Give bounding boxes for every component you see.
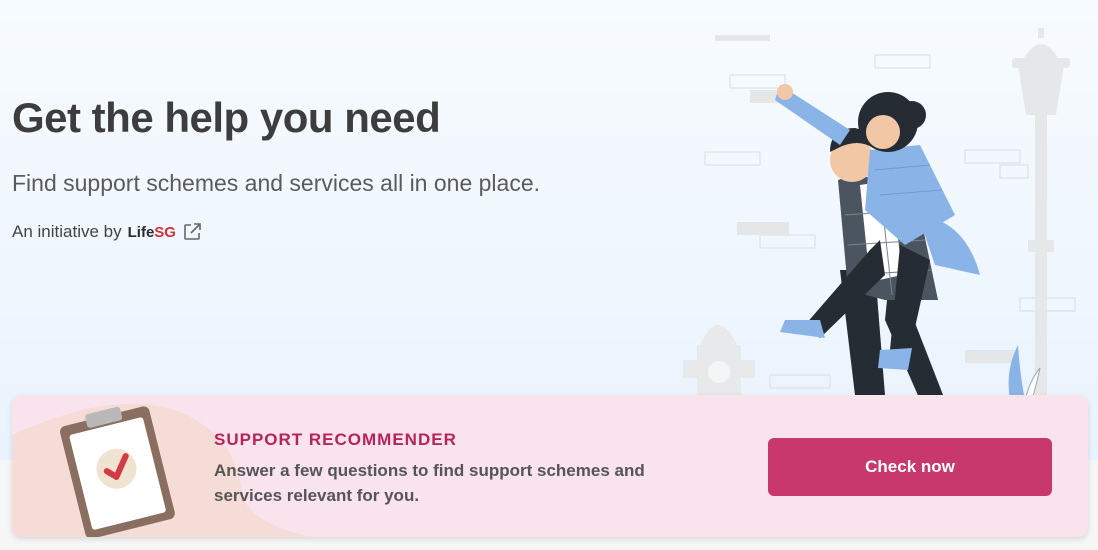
check-now-button[interactable]: Check now [768, 438, 1052, 496]
external-link-icon[interactable] [182, 222, 202, 242]
brand-life: Life [127, 223, 155, 241]
hero-banner: Get the help you need Find support schem… [0, 0, 1098, 460]
page-subtitle: Find support schemes and services all in… [12, 170, 541, 196]
lifesg-link[interactable]: LifeSG [128, 224, 176, 241]
page-title: Get the help you need [12, 94, 441, 141]
initiative-line: An initiative by LifeSG [12, 222, 202, 242]
recommender-description: Answer a few questions to find support s… [214, 461, 645, 505]
brand-sg: SG [154, 223, 176, 241]
support-recommender-card: SUPPORT RECOMMENDER Answer a few questio… [12, 395, 1088, 537]
recommender-title: SUPPORT RECOMMENDER [214, 430, 457, 449]
couple-piggyback-illustration [683, 28, 1076, 401]
initiative-prefix: An initiative by [12, 222, 122, 241]
